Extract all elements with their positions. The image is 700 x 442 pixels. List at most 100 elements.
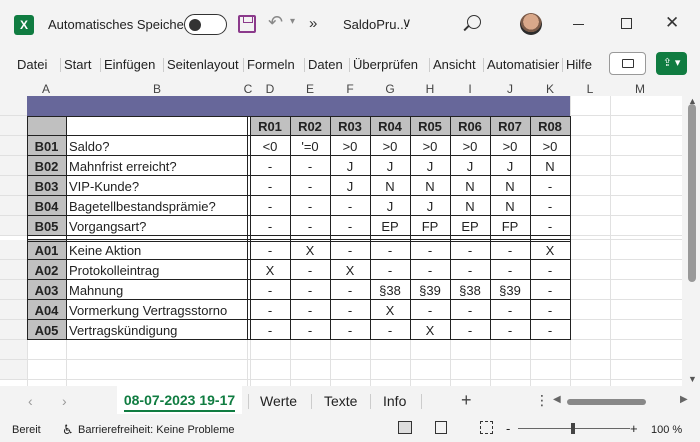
- row-header[interactable]: [0, 320, 27, 340]
- column-header-j[interactable]: J: [495, 82, 525, 96]
- rule-cell[interactable]: -: [330, 321, 370, 340]
- row-header[interactable]: [0, 156, 27, 176]
- ribbon-tab-hilfe[interactable]: Hilfe: [566, 57, 592, 72]
- scroll-down-icon[interactable]: ▼: [688, 374, 697, 384]
- row-header[interactable]: [0, 280, 27, 300]
- action-id[interactable]: A02: [27, 261, 66, 280]
- condition-label[interactable]: Mahnfrist erreicht?: [69, 157, 245, 176]
- rule-cell[interactable]: -: [250, 177, 290, 196]
- column-header-i[interactable]: I: [455, 82, 485, 96]
- rule-cell[interactable]: J: [490, 157, 530, 176]
- rule-cell[interactable]: §38: [450, 281, 490, 300]
- horizontal-scroll-thumb[interactable]: [567, 399, 646, 405]
- scroll-right-icon[interactable]: ▶: [680, 394, 688, 405]
- row-header[interactable]: [0, 260, 27, 280]
- column-header-c[interactable]: C: [243, 82, 253, 96]
- rule-cell[interactable]: -: [530, 281, 570, 300]
- action-id[interactable]: A04: [27, 301, 66, 320]
- spreadsheet-grid[interactable]: R01 R02 R03 R04 R05 R06 R07 R08 B01 Saldo? <0 '=0 >0…: [0, 96, 682, 386]
- rule-cell[interactable]: -: [290, 197, 330, 216]
- sheet-tab-active[interactable]: 08-07-2023 19-17: [117, 386, 242, 414]
- action-label[interactable]: Keine Aktion: [69, 241, 245, 260]
- rule-cell[interactable]: -: [530, 177, 570, 196]
- rule-cell[interactable]: -: [530, 301, 570, 320]
- rule-header[interactable]: R08: [530, 117, 570, 136]
- share-button[interactable]: ⇪ ▾: [656, 52, 687, 75]
- rule-cell[interactable]: -: [290, 157, 330, 176]
- rule-header[interactable]: R04: [370, 117, 410, 136]
- rule-cell[interactable]: X: [250, 261, 290, 280]
- rule-cell[interactable]: -: [250, 321, 290, 340]
- rule-cell[interactable]: -: [490, 241, 530, 260]
- condition-label[interactable]: Bagetellbestandsprämie?: [69, 197, 245, 216]
- row-header[interactable]: [0, 116, 27, 136]
- next-sheet-icon[interactable]: ›: [62, 393, 67, 409]
- rule-cell[interactable]: -: [250, 217, 290, 236]
- comments-button[interactable]: [609, 52, 646, 75]
- rule-cell[interactable]: -: [370, 241, 410, 260]
- rule-cell[interactable]: X: [290, 241, 330, 260]
- rule-cell[interactable]: N: [530, 157, 570, 176]
- rule-cell[interactable]: -: [450, 241, 490, 260]
- row-header[interactable]: [0, 136, 27, 156]
- condition-id[interactable]: B05: [27, 217, 66, 236]
- condition-label[interactable]: Vorgangsart?: [69, 217, 245, 236]
- action-id[interactable]: A05: [27, 321, 66, 340]
- rule-cell[interactable]: >0: [530, 137, 570, 156]
- ribbon-tab-ansicht[interactable]: Ansicht: [433, 57, 476, 72]
- accessibility-status[interactable]: Barrierefreiheit: Keine Probleme: [78, 424, 235, 436]
- undo-icon[interactable]: ↶: [268, 12, 283, 33]
- condition-label[interactable]: Saldo?: [69, 137, 245, 156]
- rule-cell[interactable]: -: [330, 281, 370, 300]
- column-header-m[interactable]: M: [625, 82, 655, 96]
- row-header[interactable]: [0, 300, 27, 320]
- rule-header[interactable]: R01: [250, 117, 290, 136]
- action-label[interactable]: Protokolleintrag: [69, 261, 245, 280]
- row-header[interactable]: [0, 96, 27, 116]
- action-id[interactable]: A03: [27, 281, 66, 300]
- rule-cell[interactable]: -: [530, 217, 570, 236]
- rule-header[interactable]: R05: [410, 117, 450, 136]
- rule-cell[interactable]: §39: [410, 281, 450, 300]
- rule-cell[interactable]: X: [330, 261, 370, 280]
- zoom-slider-thumb[interactable]: [571, 423, 575, 434]
- row-header[interactable]: [0, 196, 27, 216]
- ribbon-tab-automatisier[interactable]: Automatisier: [487, 57, 559, 72]
- rule-cell[interactable]: -: [370, 261, 410, 280]
- condition-id[interactable]: B02: [27, 157, 66, 176]
- rule-cell[interactable]: -: [330, 241, 370, 260]
- rule-header[interactable]: R06: [450, 117, 490, 136]
- ribbon-tab-daten[interactable]: Daten: [308, 57, 343, 72]
- rule-cell[interactable]: -: [290, 321, 330, 340]
- rule-cell[interactable]: -: [450, 321, 490, 340]
- rule-cell[interactable]: -: [450, 301, 490, 320]
- rule-cell[interactable]: -: [530, 197, 570, 216]
- sheet-tab-werte[interactable]: Werte: [260, 393, 297, 409]
- row-header[interactable]: [0, 240, 27, 260]
- save-icon[interactable]: [238, 15, 256, 33]
- action-id[interactable]: A01: [27, 241, 66, 260]
- rule-cell[interactable]: -: [250, 157, 290, 176]
- condition-id[interactable]: B03: [27, 177, 66, 196]
- accessibility-icon[interactable]: ♿: [62, 422, 74, 438]
- column-header-a[interactable]: A: [31, 82, 61, 96]
- chevron-down-icon[interactable]: ∨: [402, 15, 412, 31]
- rule-cell[interactable]: -: [290, 281, 330, 300]
- row-header[interactable]: [0, 216, 27, 236]
- file-name[interactable]: SaldoPru...: [343, 17, 407, 32]
- minimize-button[interactable]: [573, 24, 584, 25]
- more-options-icon[interactable]: ⋮: [535, 392, 549, 409]
- rule-cell[interactable]: X: [370, 301, 410, 320]
- column-header-e[interactable]: E: [295, 82, 325, 96]
- page-break-icon[interactable]: [480, 421, 493, 434]
- vertical-scroll-thumb[interactable]: [688, 104, 696, 282]
- column-header-k[interactable]: K: [535, 82, 565, 96]
- rule-cell[interactable]: N: [450, 177, 490, 196]
- ribbon-tab-überprüfen[interactable]: Überprüfen: [353, 57, 418, 72]
- sheet-tab-texte[interactable]: Texte: [324, 393, 357, 409]
- rule-cell[interactable]: >0: [370, 137, 410, 156]
- rule-cell[interactable]: J: [370, 157, 410, 176]
- rule-cell[interactable]: X: [530, 241, 570, 260]
- rule-cell[interactable]: -: [410, 301, 450, 320]
- rule-cell[interactable]: §39: [490, 281, 530, 300]
